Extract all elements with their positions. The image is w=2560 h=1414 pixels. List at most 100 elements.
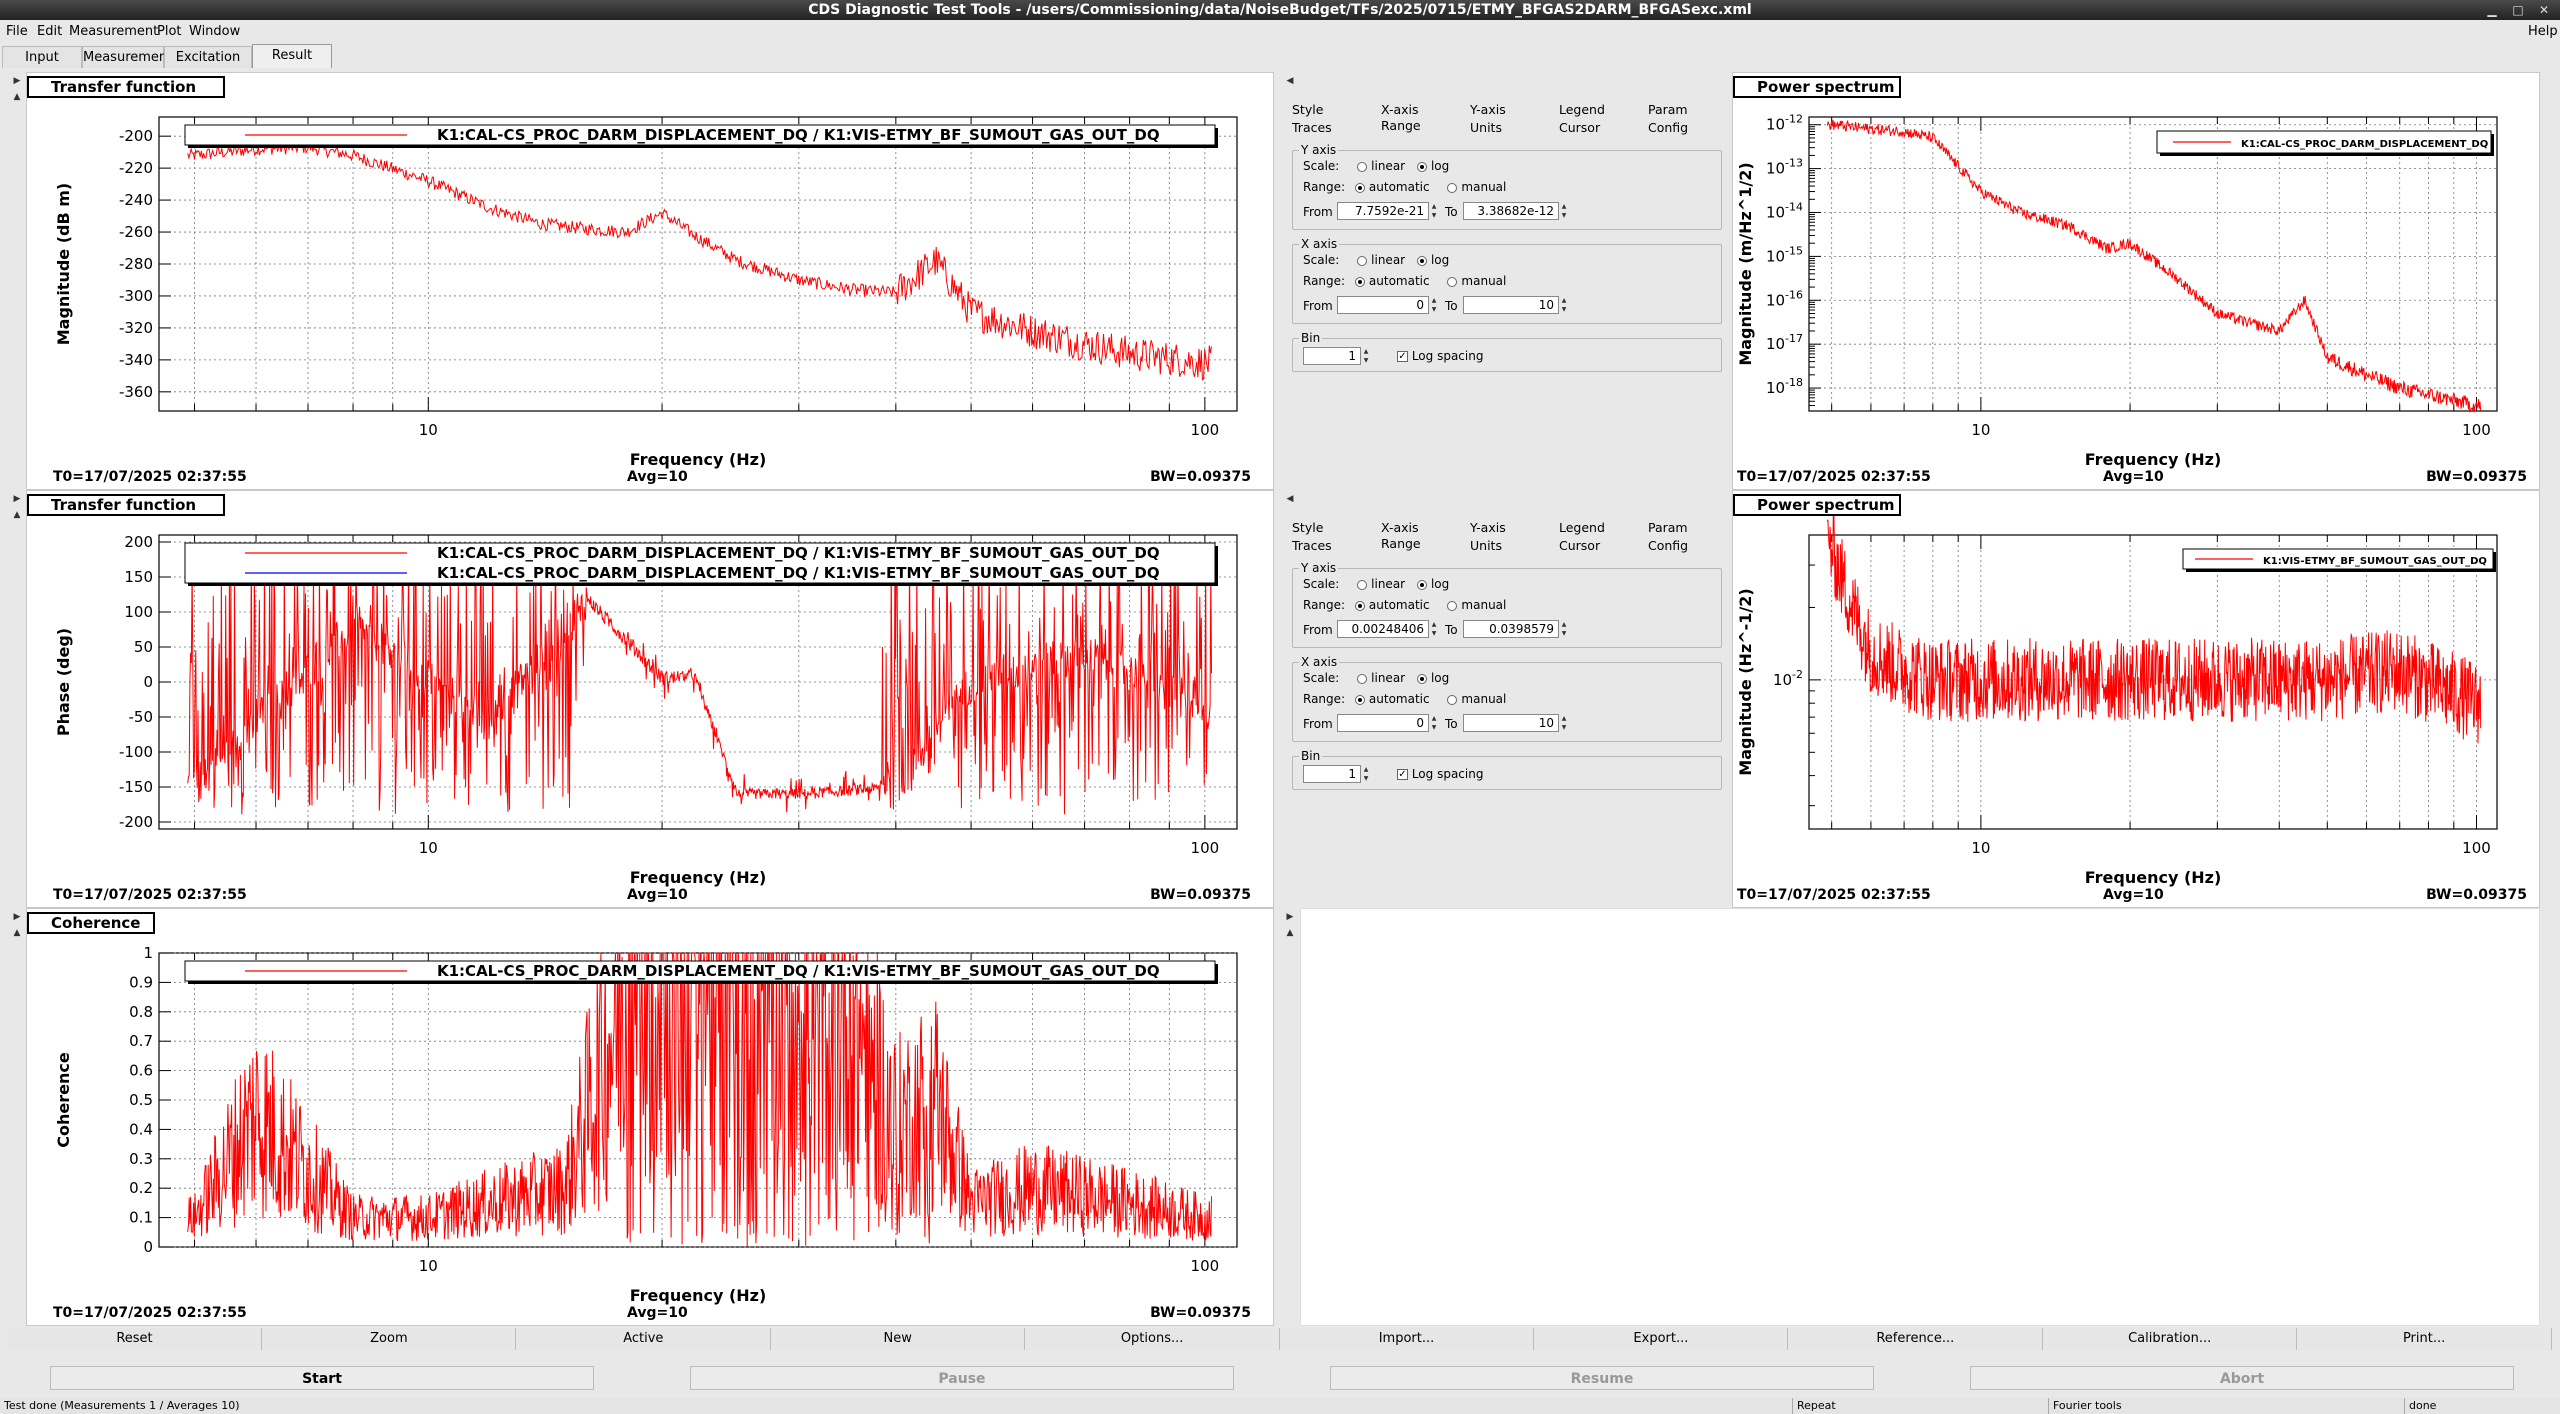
chart-tf-magnitude[interactable]: 10 100 -200 -220 -240 -260 -280 -300 -320 -340 -36…	[27, 73, 1275, 491]
expand-right-icon[interactable]: ▶	[10, 74, 24, 88]
options-tab-x-axis[interactable]: X-axis	[1381, 520, 1419, 535]
abort-button[interactable]: Abort	[1970, 1366, 2514, 1390]
to-spinner-icon[interactable]: ▲ ▼	[1559, 202, 1569, 220]
export-button[interactable]: Export...	[1534, 1328, 1789, 1350]
options-tab-legend[interactable]: Legend	[1559, 520, 1605, 535]
tab-result[interactable]: Result	[252, 44, 332, 68]
bin-spinner-icon[interactable]: ▲ ▼	[1361, 347, 1371, 365]
to-spinner-icon[interactable]: ▲ ▼	[1559, 620, 1569, 638]
from-spinner-icon[interactable]: ▲ ▼	[1429, 296, 1439, 314]
scale-linear-radio[interactable]: linear	[1357, 253, 1405, 267]
close-icon[interactable]: ✕	[2536, 2, 2552, 18]
log-spacing-checkbox[interactable]: ✓ Log spacing	[1397, 349, 1483, 363]
tab-measurement[interactable]: Measurement	[82, 46, 172, 68]
range-automatic-radio[interactable]: automatic	[1354, 692, 1430, 706]
scale-linear-radio[interactable]: linear	[1357, 159, 1405, 173]
options-tab-cursor[interactable]: Cursor	[1559, 120, 1600, 135]
new-button[interactable]: New	[771, 1328, 1026, 1350]
start-button[interactable]: Start	[50, 1366, 594, 1390]
to-spinner-icon[interactable]: ▲ ▼	[1559, 296, 1569, 314]
options-tab-config[interactable]: Config	[1648, 538, 1688, 553]
collapse-up-icon[interactable]: ▲	[10, 90, 24, 104]
collapse-left-icon[interactable]: ◀	[1283, 74, 1297, 88]
print-button[interactable]: Print...	[2297, 1328, 2552, 1350]
active-button[interactable]: Active	[516, 1328, 771, 1350]
from-spinner-icon[interactable]: ▲ ▼	[1429, 202, 1439, 220]
tab-excitation[interactable]: Excitation	[164, 46, 252, 68]
import-button[interactable]: Import...	[1280, 1328, 1534, 1350]
range-to-field[interactable]: 10	[1463, 714, 1559, 732]
chart-tf-phase[interactable]: 10 100 200 150 100 50 0 -50 -100 -150 -200 Frequenc…	[27, 491, 1275, 909]
options-tab-cursor[interactable]: Cursor	[1559, 538, 1600, 553]
chart-coherence[interactable]: 10 100 0 0.1 0.2 0.3 0.4 0.5 0.6 0.7 0.8 0.9 1 Freque…	[27, 909, 1275, 1327]
range-from-field[interactable]: 0.00248406	[1337, 620, 1429, 638]
expand-right-icon[interactable]: ▶	[10, 492, 24, 506]
bin-field[interactable]: 1	[1303, 347, 1361, 365]
range-to-field[interactable]: 10	[1463, 296, 1559, 314]
from-spinner-icon[interactable]: ▲ ▼	[1429, 620, 1439, 638]
options-button[interactable]: Options...	[1025, 1328, 1280, 1350]
options-tab-y-axis[interactable]: Y-axis	[1470, 102, 1506, 117]
scale-log-radio[interactable]: log	[1416, 159, 1449, 173]
options-tab-range[interactable]: Range	[1381, 118, 1421, 133]
options-tab-y-axis[interactable]: Y-axis	[1470, 520, 1506, 535]
reference-button[interactable]: Reference...	[1788, 1328, 2043, 1350]
log-spacing-checkbox[interactable]: ✓ Log spacing	[1397, 767, 1483, 781]
range-from-field[interactable]: 7.7592e-21	[1337, 202, 1429, 220]
pause-button[interactable]: Pause	[690, 1366, 1234, 1390]
expand-right-icon[interactable]: ▶	[1283, 910, 1297, 924]
options-tab-style[interactable]: Style	[1292, 520, 1323, 535]
menu-file[interactable]: File	[6, 24, 28, 39]
range-manual-radio[interactable]: manual	[1447, 692, 1506, 706]
maximize-icon[interactable]: □	[2510, 2, 2526, 18]
bin-spinner-icon[interactable]: ▲ ▼	[1361, 765, 1371, 783]
options-tab-traces[interactable]: Traces	[1292, 538, 1332, 553]
range-manual-radio[interactable]: manual	[1447, 274, 1506, 288]
menu-edit[interactable]: Edit	[37, 24, 62, 39]
range-to-field[interactable]: 0.0398579	[1463, 620, 1559, 638]
range-from-field[interactable]: 0	[1337, 296, 1429, 314]
calibration-button[interactable]: Calibration...	[2043, 1328, 2298, 1350]
chart-power-spectrum-gas[interactable]: 10 100 10-2 Frequency (Hz) Magnitude (Hz^-1/…	[1733, 491, 2541, 909]
menu-measurement[interactable]: Measurement	[69, 24, 158, 39]
scale-log-radio[interactable]: log	[1416, 671, 1449, 685]
resume-button[interactable]: Resume	[1330, 1366, 1874, 1390]
range-manual-radio[interactable]: manual	[1447, 180, 1506, 194]
options-tab-style[interactable]: Style	[1292, 102, 1323, 117]
range-from-field[interactable]: 0	[1337, 714, 1429, 732]
range-to-field[interactable]: 3.38682e-12	[1463, 202, 1559, 220]
range-automatic-radio[interactable]: automatic	[1354, 274, 1430, 288]
zoom-button[interactable]: Zoom	[262, 1328, 517, 1350]
range-automatic-radio[interactable]: automatic	[1354, 180, 1430, 194]
collapse-up-icon[interactable]: ▲	[10, 926, 24, 940]
expand-right-icon[interactable]: ▶	[10, 910, 24, 924]
menu-help[interactable]: Help	[2528, 24, 2558, 39]
options-tab-param[interactable]: Param	[1648, 102, 1688, 117]
bin-field[interactable]: 1	[1303, 765, 1361, 783]
scale-linear-radio[interactable]: linear	[1357, 577, 1405, 591]
scale-log-radio[interactable]: log	[1416, 253, 1449, 267]
to-spinner-icon[interactable]: ▲ ▼	[1559, 714, 1569, 732]
from-spinner-icon[interactable]: ▲ ▼	[1429, 714, 1439, 732]
reset-button[interactable]: Reset	[8, 1328, 262, 1350]
options-tab-param[interactable]: Param	[1648, 520, 1688, 535]
collapse-up-icon[interactable]: ▲	[1283, 926, 1297, 940]
minimize-icon[interactable]: ▁	[2484, 2, 2500, 18]
options-tab-legend[interactable]: Legend	[1559, 102, 1605, 117]
range-automatic-radio[interactable]: automatic	[1354, 598, 1430, 612]
tab-input[interactable]: Input	[2, 46, 82, 68]
menu-plot[interactable]: Plot	[157, 24, 182, 39]
collapse-left-icon[interactable]: ◀	[1283, 492, 1297, 506]
options-tab-range[interactable]: Range	[1381, 536, 1421, 551]
menu-window[interactable]: Window	[189, 24, 240, 39]
scale-log-radio[interactable]: log	[1416, 577, 1449, 591]
collapse-up-icon[interactable]: ▲	[10, 508, 24, 522]
options-tab-units[interactable]: Units	[1470, 538, 1502, 553]
options-tab-x-axis[interactable]: X-axis	[1381, 102, 1419, 117]
options-tab-config[interactable]: Config	[1648, 120, 1688, 135]
range-manual-radio[interactable]: manual	[1447, 598, 1506, 612]
chart-power-spectrum-darm[interactable]: 10 100 10-18 10-17 10-16 10-15 10-14 10-13 10-12…	[1733, 73, 2541, 491]
options-tab-units[interactable]: Units	[1470, 120, 1502, 135]
scale-linear-radio[interactable]: linear	[1357, 671, 1405, 685]
options-tab-traces[interactable]: Traces	[1292, 120, 1332, 135]
